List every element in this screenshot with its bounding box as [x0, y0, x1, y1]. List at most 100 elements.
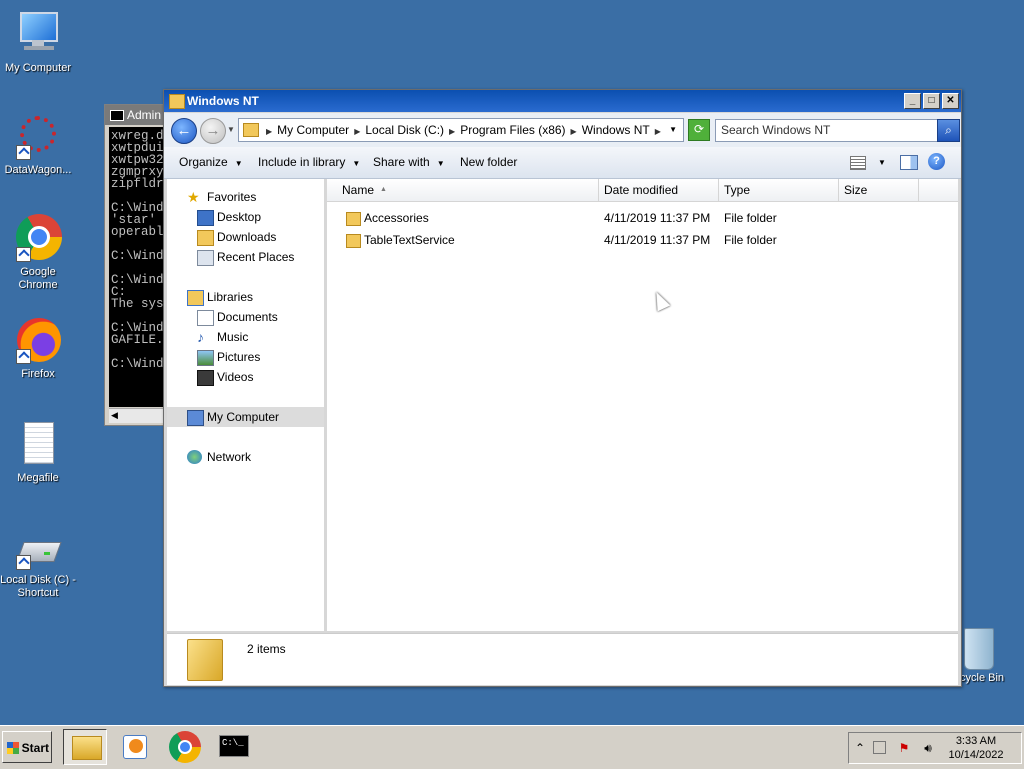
nav-label: Desktop: [217, 210, 262, 224]
desktop-icon-megafile[interactable]: Megafile: [0, 420, 76, 485]
desktop-icon-recycle-bin[interactable]: cycle Bin: [960, 624, 1024, 685]
recent-pages-dropdown[interactable]: ▼: [227, 125, 235, 134]
desktop-icon-my-computer[interactable]: My Computer: [0, 10, 76, 75]
chevron-right-icon[interactable]: ▶: [266, 127, 272, 136]
drive-icon: [14, 532, 62, 570]
network-tray-icon[interactable]: [873, 741, 886, 754]
desktop-icon-local-disk[interactable]: Local Disk (C) - Shortcut: [0, 532, 76, 600]
windows-logo-icon: [7, 742, 19, 754]
address-bar[interactable]: ▶ My Computer ▶ Local Disk (C:) ▶ Program Fil…: [238, 118, 684, 142]
breadcrumb-local-disk[interactable]: Local Disk (C:): [365, 123, 444, 137]
file-name: TableTextService: [364, 233, 455, 247]
computer-icon: [187, 410, 204, 426]
scroll-left-icon[interactable]: ◀: [111, 410, 118, 421]
explorer-titlebar[interactable]: Windows NT _ □ ✕: [164, 90, 961, 112]
taskbar-media-player-button[interactable]: [113, 729, 157, 765]
breadcrumb-program-files[interactable]: Program Files (x86): [460, 123, 565, 137]
minimize-button[interactable]: _: [904, 93, 921, 109]
back-button[interactable]: ←: [171, 118, 197, 144]
nav-item-documents[interactable]: Documents: [167, 307, 324, 327]
console-output: xwreg.d xwtpdui xwtpw32 zgmprxy zipfldr …: [109, 127, 169, 407]
console-icon: [110, 110, 124, 121]
volume-icon[interactable]: 🔊︎: [921, 741, 935, 755]
file-date: 4/11/2019 11:37 PM: [604, 233, 711, 247]
nav-item-libraries[interactable]: Libraries: [167, 287, 324, 307]
include-in-library-button[interactable]: Include in library ▼: [258, 147, 360, 179]
forward-button[interactable]: →: [200, 118, 226, 144]
console-titlebar[interactable]: Admin: [105, 105, 169, 125]
refresh-button[interactable]: ⟳: [688, 119, 710, 141]
column-header-row: Name ▲ Date modified Type Size: [327, 179, 958, 202]
show-hidden-icons-icon[interactable]: ⌃: [853, 741, 867, 755]
column-header-size[interactable]: Size: [839, 179, 919, 201]
taskbar-cmd-button[interactable]: C:\_: [213, 729, 257, 765]
chevron-down-icon: ▼: [352, 159, 361, 168]
nav-item-downloads[interactable]: Downloads: [167, 227, 324, 247]
chrome-icon: [14, 214, 62, 262]
chevron-right-icon[interactable]: ▶: [449, 127, 455, 136]
search-input[interactable]: [716, 120, 936, 139]
desktop-icon-chrome[interactable]: Google Chrome: [0, 214, 76, 292]
action-center-icon[interactable]: ⚑: [897, 741, 911, 755]
view-options-dropdown[interactable]: ▼: [878, 147, 886, 178]
change-view-icon[interactable]: [850, 156, 866, 170]
column-label: Size: [844, 183, 868, 197]
desktop-icon-label: DataWagon...: [4, 164, 72, 176]
item-count: 2 items: [247, 642, 286, 656]
include-label: Include in library: [258, 155, 346, 169]
preview-pane-icon[interactable]: [900, 155, 918, 170]
breadcrumb-windows-nt[interactable]: Windows NT: [582, 123, 650, 137]
chevron-right-icon[interactable]: ▶: [655, 127, 661, 136]
column-header-name[interactable]: Name ▲: [337, 179, 599, 201]
file-row-tabletextservice[interactable]: TableTextService 4/11/2019 11:37 PM File…: [327, 229, 958, 251]
chevron-right-icon[interactable]: ▶: [571, 127, 577, 136]
desktop-icon-firefox[interactable]: Firefox: [0, 316, 76, 381]
folder-icon: [169, 94, 185, 109]
folder-icon: [187, 639, 223, 681]
new-folder-button[interactable]: New folder: [460, 147, 517, 178]
window-title: Windows NT: [187, 94, 259, 108]
explorer-window[interactable]: Windows NT _ □ ✕ ← → ▼ ▶ My Computer ▶ Loca…: [163, 89, 962, 687]
nav-label: Favorites: [207, 190, 257, 204]
nav-item-videos[interactable]: Videos: [167, 367, 324, 387]
command-prompt-window[interactable]: Admin xwreg.d xwtpdui xwtpw32 zgmprxy zi…: [104, 104, 170, 426]
chevron-down-icon: ▼: [436, 159, 445, 168]
organize-button[interactable]: Organize ▼: [179, 147, 243, 179]
taskbar-chrome-button[interactable]: [163, 729, 207, 765]
chevron-right-icon[interactable]: ▶: [354, 127, 360, 136]
desktop-icon-datawagon[interactable]: DataWagon...: [0, 112, 76, 177]
nav-item-desktop[interactable]: Desktop: [167, 207, 324, 227]
new-folder-label: New folder: [460, 155, 518, 169]
documents-icon: [197, 310, 214, 326]
address-dropdown-button[interactable]: ▼: [669, 119, 677, 141]
pictures-icon: [197, 350, 214, 366]
help-icon[interactable]: ?: [928, 153, 945, 170]
nav-item-network[interactable]: Network: [167, 447, 324, 467]
close-button[interactable]: ✕: [942, 93, 959, 109]
desktop-icon: [197, 210, 214, 226]
file-row-accessories[interactable]: Accessories 4/11/2019 11:37 PM File fold…: [327, 207, 958, 229]
shortcut-arrow-icon: [16, 555, 31, 570]
nav-item-music[interactable]: ♪ Music: [167, 327, 324, 347]
maximize-button[interactable]: □: [923, 93, 940, 109]
share-label: Share with: [373, 155, 430, 169]
clock[interactable]: 3:33 AM 10/14/2022: [945, 734, 1007, 762]
shortcut-arrow-icon: [16, 349, 31, 364]
column-header-type[interactable]: Type: [719, 179, 839, 201]
console-horizontal-scrollbar[interactable]: ◀: [109, 408, 169, 423]
organize-label: Organize: [179, 155, 228, 169]
nav-item-pictures[interactable]: Pictures: [167, 347, 324, 367]
recycle-bin-icon: [960, 624, 1008, 674]
nav-item-my-computer[interactable]: My Computer: [167, 407, 324, 427]
nav-item-recent-places[interactable]: Recent Places: [167, 247, 324, 267]
share-with-button[interactable]: Share with ▼: [373, 147, 445, 179]
desktop-icon-label: Local Disk (C) - Shortcut: [0, 574, 76, 599]
mouse-cursor-icon: [650, 289, 671, 312]
column-header-date-modified[interactable]: Date modified: [599, 179, 719, 201]
search-button[interactable]: ⌕: [937, 119, 960, 142]
file-list: Name ▲ Date modified Type Size Accessorie…: [327, 179, 958, 631]
taskbar-explorer-button[interactable]: [63, 729, 107, 765]
nav-item-favorites[interactable]: ★ Favorites: [167, 187, 324, 207]
start-button[interactable]: Start: [2, 731, 52, 763]
breadcrumb-my-computer[interactable]: My Computer: [277, 123, 349, 137]
